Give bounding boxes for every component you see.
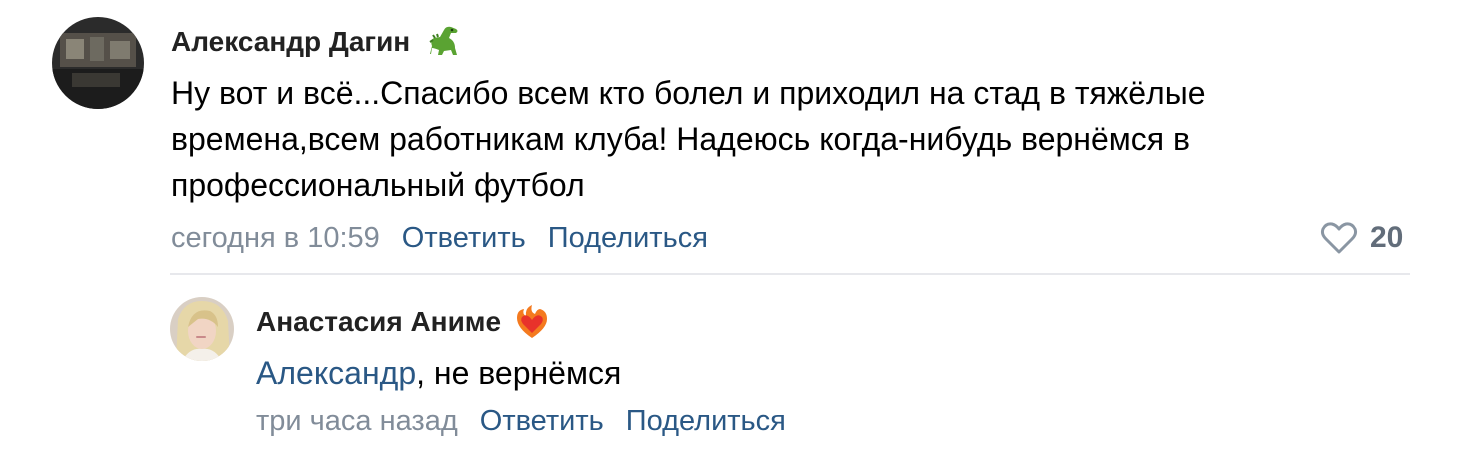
reply-reply-button[interactable]: Ответить — [480, 405, 604, 438]
reply-author: Анастасия Аниме — [256, 304, 551, 340]
comment-text: Ну вот и всё...Спасибо всем кто болел и … — [171, 75, 1206, 203]
like-count: 20 — [1370, 221, 1404, 254]
reply-share-button[interactable]: Поделиться — [626, 405, 786, 438]
reply-text-body: , не вернёмся — [416, 355, 622, 391]
reply-avatar[interactable] — [170, 297, 234, 361]
reply-text: Александр, не вернёмся — [256, 350, 621, 396]
heart-icon — [1320, 221, 1358, 255]
reply-timestamp[interactable]: три часа назад — [256, 405, 458, 438]
reply-avatar-image — [170, 297, 234, 361]
reply-comment: Анастасия Аниме Александр, не вернёмся т… — [0, 280, 1460, 457]
comment-author-name[interactable]: Александр Дагин — [171, 26, 410, 58]
share-button[interactable]: Поделиться — [548, 222, 708, 255]
like-button[interactable]: 20 — [1320, 219, 1403, 257]
fire-heart-icon — [513, 304, 551, 340]
comment: Александр Дагин Ну вот и всё...Спасибо в… — [0, 0, 1460, 280]
comment-meta: сегодня в 10:59 Ответить Поделиться — [171, 219, 708, 257]
comment-timestamp[interactable]: сегодня в 10:59 — [171, 222, 380, 255]
avatar-image — [52, 17, 144, 109]
dinosaur-icon — [422, 24, 462, 60]
reply-author-name[interactable]: Анастасия Аниме — [256, 306, 501, 338]
reply-mention-link[interactable]: Александр — [256, 355, 416, 391]
reply-meta: три часа назад Ответить Поделиться — [256, 402, 786, 440]
comment-author: Александр Дагин — [171, 24, 462, 60]
avatar[interactable] — [52, 17, 144, 109]
divider — [170, 273, 1410, 275]
reply-button[interactable]: Ответить — [402, 222, 526, 255]
